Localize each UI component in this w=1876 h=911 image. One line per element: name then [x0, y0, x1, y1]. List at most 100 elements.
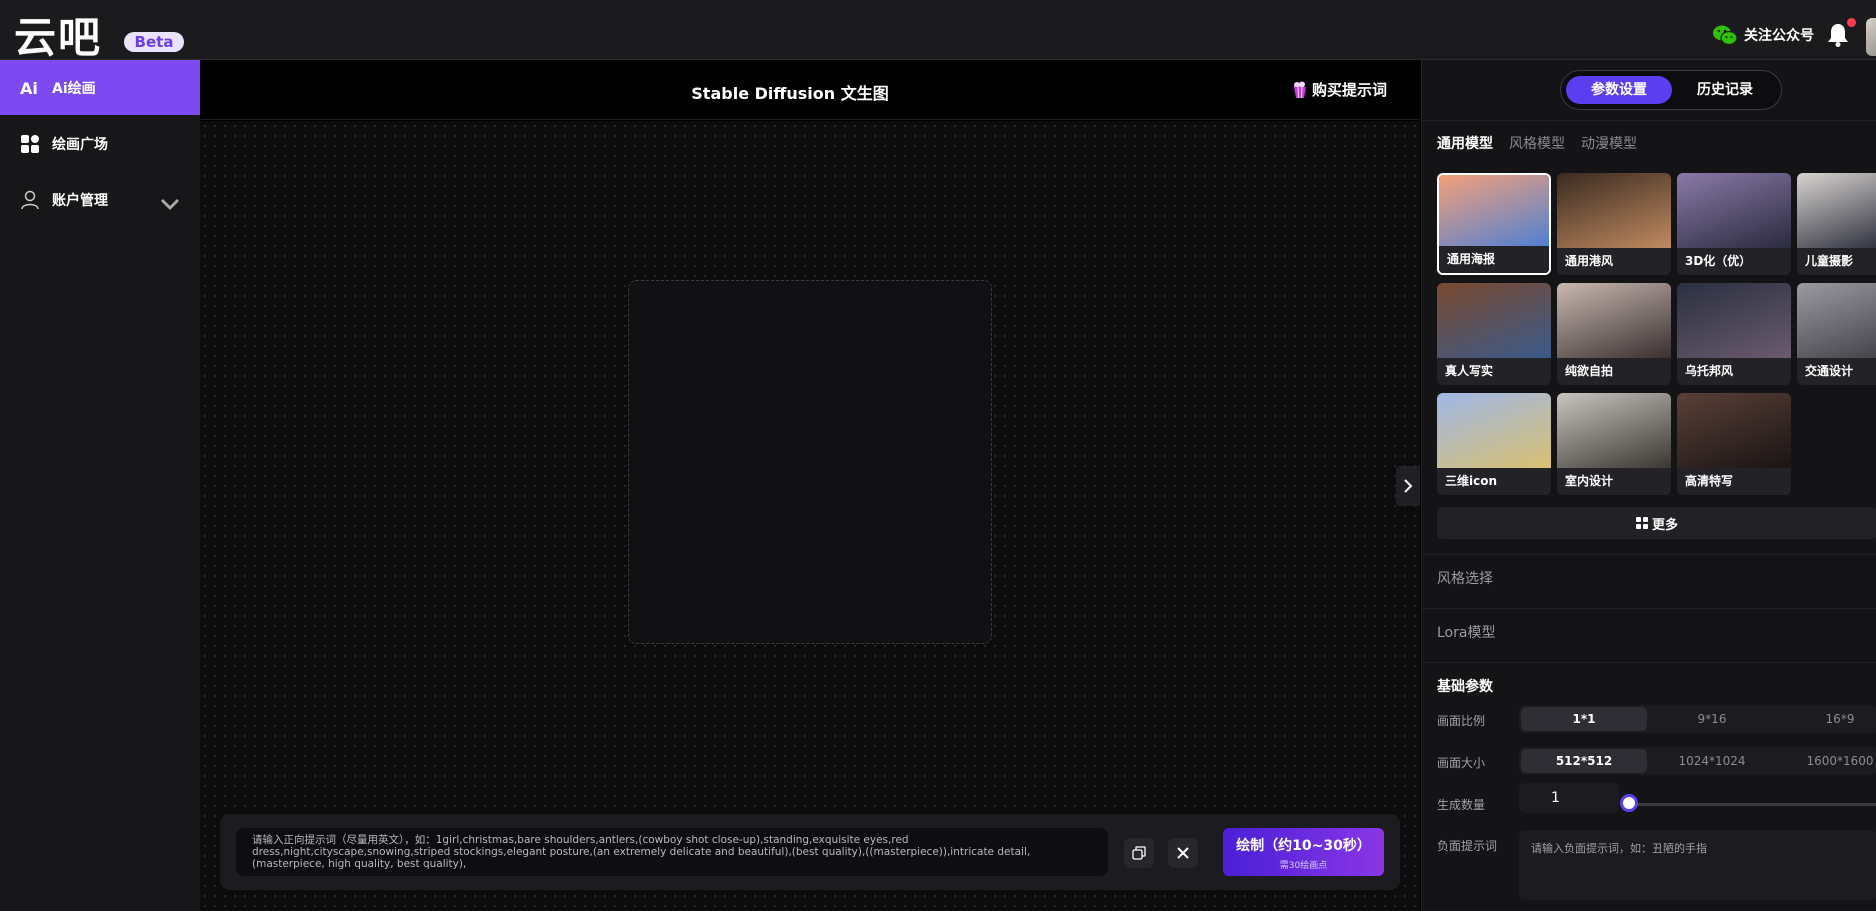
count-label: 生成数量 — [1437, 798, 1486, 812]
avatar[interactable] — [1866, 18, 1876, 56]
tab-general-models[interactable]: 通用模型 — [1437, 133, 1493, 153]
model-card[interactable]: 纯欲自拍 — [1557, 283, 1671, 385]
clear-button[interactable] — [1168, 838, 1198, 868]
model-thumbnail — [1557, 173, 1671, 248]
model-card[interactable]: 3D化（优） — [1677, 173, 1791, 275]
model-card-label: 3D化（优） — [1677, 248, 1791, 275]
follow-wechat-label: 关注公众号 — [1744, 28, 1814, 44]
chevron-right-icon — [1404, 479, 1413, 493]
model-thumbnail — [1677, 393, 1791, 468]
sidebar-item-label: 绘画广场 — [52, 136, 108, 153]
divider — [1422, 554, 1876, 555]
model-card-label: 儿童摄影 — [1797, 248, 1876, 275]
app-logo[interactable]: 云吧 — [14, 4, 102, 65]
model-thumbnail — [1797, 283, 1876, 358]
model-card-label: 通用海报 — [1439, 246, 1549, 273]
model-card-label: 乌托邦风 — [1677, 358, 1791, 385]
ratio-option-9-16[interactable]: 9*16 — [1649, 707, 1775, 731]
tab-history[interactable]: 历史记录 — [1672, 76, 1778, 104]
positive-prompt-input[interactable]: 请输入正向提示词（尽量用英文），如：1girl,christmas,bare s… — [236, 828, 1108, 876]
size-option-1024[interactable]: 1024*1024 — [1649, 749, 1775, 773]
model-card[interactable]: 通用海报 — [1437, 173, 1551, 275]
model-thumbnail — [1677, 283, 1791, 358]
popcorn-icon — [1294, 81, 1306, 98]
chevron-down-icon — [161, 199, 179, 210]
ai-icon: Ai — [20, 79, 38, 98]
count-input[interactable]: 1 — [1519, 783, 1619, 813]
sidebar-item-account[interactable]: 账户管理 — [0, 172, 200, 227]
draw-cost-label: 需30绘画点 — [1279, 861, 1328, 871]
settings-panel: 参数设置 历史记录 通用模型 风格模型 动漫模型 通用海报 通用港风 3D化（优）儿… — [1421, 60, 1876, 911]
tab-parameters[interactable]: 参数设置 — [1566, 76, 1672, 104]
model-thumbnail — [1439, 175, 1549, 250]
model-card-label: 室内设计 — [1557, 468, 1671, 495]
model-card[interactable]: 高清特写 — [1677, 393, 1791, 495]
model-thumbnail — [1677, 173, 1791, 248]
follow-wechat-link[interactable]: 关注公众号 — [1712, 24, 1814, 46]
beta-badge: Beta — [124, 32, 184, 52]
model-card[interactable]: 室内设计 — [1557, 393, 1671, 495]
copy-button[interactable] — [1124, 838, 1154, 868]
image-size-options: 512*512 1024*1024 1600*1600 — [1519, 747, 1876, 775]
model-thumbnail — [1437, 393, 1551, 468]
grid-icon — [1635, 517, 1648, 529]
model-card-label: 交通设计 — [1797, 358, 1876, 385]
model-card[interactable]: 乌托邦风 — [1677, 283, 1791, 385]
ratio-option-1-1[interactable]: 1*1 — [1521, 707, 1647, 731]
negative-prompt-label: 负面提示词 — [1437, 839, 1498, 853]
model-thumbnail — [1557, 283, 1671, 358]
model-card-label: 纯欲自拍 — [1557, 358, 1671, 385]
model-card-label: 真人写实 — [1437, 358, 1551, 385]
tab-anime-models[interactable]: 动漫模型 — [1581, 133, 1637, 153]
image-size-label: 画面大小 — [1437, 756, 1486, 770]
count-slider-track[interactable] — [1628, 803, 1876, 806]
lora-model-label[interactable]: Lora模型 — [1437, 622, 1495, 642]
model-card[interactable]: 真人写实 — [1437, 283, 1551, 385]
aspect-ratio-options: 1*1 9*16 16*9 — [1519, 705, 1876, 733]
image-placeholder — [628, 280, 992, 644]
model-card-label: 通用港风 — [1557, 248, 1671, 275]
top-header: 云吧 Beta 关注公众号 — [0, 0, 1876, 62]
draw-button-label: 绘制（约10~30秒） — [1236, 838, 1371, 854]
model-card[interactable]: 三维icon — [1437, 393, 1551, 495]
collapse-panel-button[interactable] — [1396, 466, 1420, 506]
more-models-button[interactable]: 更多 — [1437, 507, 1876, 539]
divider — [1422, 608, 1876, 609]
model-card[interactable]: 儿童摄影 — [1797, 173, 1876, 275]
divider — [1422, 662, 1876, 663]
style-select-label[interactable]: 风格选择 — [1437, 568, 1493, 588]
count-slider-handle[interactable] — [1620, 794, 1638, 812]
aspect-ratio-label: 画面比例 — [1437, 714, 1486, 728]
tab-style-models[interactable]: 风格模型 — [1509, 133, 1565, 153]
size-option-1600[interactable]: 1600*1600 — [1777, 749, 1876, 773]
model-category-tabs: 通用模型 风格模型 动漫模型 — [1437, 133, 1637, 153]
model-thumbnail — [1557, 393, 1671, 468]
model-thumbnail — [1797, 173, 1876, 248]
model-card[interactable]: 交通设计 — [1797, 283, 1876, 385]
divider — [1422, 120, 1876, 121]
bell-icon[interactable] — [1826, 22, 1850, 48]
svg-text:Ai: Ai — [20, 79, 38, 98]
buy-prompts-label: 购买提示词 — [1312, 81, 1388, 99]
close-icon — [1177, 847, 1189, 859]
notification-dot — [1847, 18, 1856, 27]
sidebar: Ai Ai绘画 绘画广场 账户管理 — [0, 60, 200, 911]
draw-button[interactable]: 绘制（约10~30秒） 需30绘画点 — [1223, 828, 1384, 876]
size-option-512[interactable]: 512*512 — [1521, 749, 1647, 773]
center-header: Stable Diffusion 文生图 购买提示词 — [200, 60, 1420, 120]
ratio-option-16-9[interactable]: 16*9 — [1777, 707, 1876, 731]
wechat-icon — [1713, 25, 1738, 46]
copy-icon — [1132, 846, 1146, 860]
buy-prompts-link[interactable]: 购买提示词 — [1292, 79, 1387, 100]
user-icon — [21, 190, 39, 209]
model-thumbnail — [1437, 283, 1551, 358]
sidebar-item-drawing-plaza[interactable]: 绘画广场 — [0, 116, 200, 171]
negative-prompt-input[interactable]: 请输入负面提示词，如：丑陋的手指 — [1519, 830, 1876, 900]
page-title: Stable Diffusion 文生图 — [691, 84, 889, 103]
basic-params-title: 基础参数 — [1437, 679, 1493, 695]
model-card[interactable]: 通用港风 — [1557, 173, 1671, 275]
model-card-label: 高清特写 — [1677, 468, 1791, 495]
grid-icon — [21, 134, 39, 153]
sidebar-item-ai-drawing[interactable]: Ai Ai绘画 — [0, 60, 200, 115]
sidebar-item-label: 账户管理 — [52, 192, 108, 209]
